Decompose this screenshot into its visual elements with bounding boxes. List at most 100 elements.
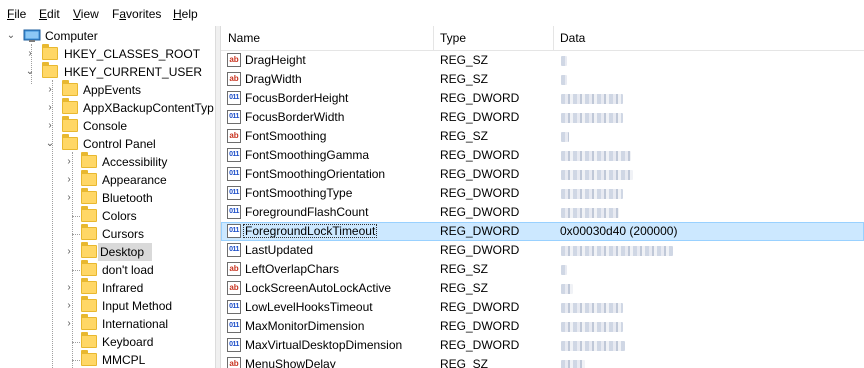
folder-icon bbox=[81, 314, 97, 330]
binary-value-icon: 011 bbox=[227, 319, 241, 333]
tree-item-label: Infrared bbox=[102, 281, 144, 295]
string-value-icon: ab bbox=[227, 357, 241, 368]
computer-icon bbox=[23, 29, 41, 42]
table-row[interactable]: 011 FontSmoothingOrientation REG_DWORD bbox=[221, 165, 864, 184]
table-row[interactable]: ab LeftOverlapChars REG_SZ bbox=[221, 260, 864, 279]
values-list: Name Type Data ab DragHeight REG_SZ ab DragW… bbox=[221, 26, 864, 368]
value-name-cell: FocusBorderHeight bbox=[243, 89, 350, 108]
value-name-cell: MaxMonitorDimension bbox=[243, 317, 366, 336]
value-name: LockScreenAutoLockActive bbox=[245, 281, 392, 295]
tree-item-appearance[interactable]: › Appearance bbox=[0, 170, 215, 189]
value-name: FocusBorderHeight bbox=[245, 91, 349, 105]
table-row[interactable]: ab FontSmoothing REG_SZ bbox=[221, 127, 864, 146]
table-row[interactable]: ab LockScreenAutoLockActive REG_SZ bbox=[221, 279, 864, 298]
string-value-icon: ab bbox=[227, 72, 241, 86]
chevron-right-icon[interactable]: › bbox=[64, 243, 74, 261]
tree-item-desktop[interactable]: › Desktop bbox=[0, 242, 215, 261]
value-name: FontSmoothingGamma bbox=[245, 148, 370, 162]
table-row[interactable]: 011 MaxMonitorDimension REG_DWORD bbox=[221, 317, 864, 336]
tree-item-console[interactable]: › Console bbox=[0, 116, 215, 135]
chevron-right-icon[interactable]: › bbox=[45, 117, 55, 135]
value-name: LastUpdated bbox=[245, 243, 314, 257]
table-row[interactable]: 011 FontSmoothingType REG_DWORD bbox=[221, 184, 864, 203]
table-row[interactable]: 011 FontSmoothingGamma REG_DWORD bbox=[221, 146, 864, 165]
tree-item-accessibility[interactable]: › Accessibility bbox=[0, 152, 215, 171]
folder-icon bbox=[81, 242, 97, 258]
table-row[interactable]: 011 LowLevelHooksTimeout REG_DWORD bbox=[221, 298, 864, 317]
folder-icon bbox=[81, 350, 97, 366]
chevron-right-icon[interactable]: › bbox=[64, 189, 74, 207]
menu-edit[interactable]: Edit bbox=[39, 7, 60, 21]
chevron-right-icon[interactable]: › bbox=[64, 297, 74, 315]
tree-item-mmcpl[interactable]: MMCPL bbox=[0, 350, 215, 368]
redacted-data bbox=[561, 189, 623, 199]
value-name-cell: FontSmoothing bbox=[243, 127, 328, 146]
binary-value-icon: 011 bbox=[227, 224, 241, 238]
tree-item-label: Accessibility bbox=[102, 155, 168, 169]
string-value-icon: ab bbox=[227, 262, 241, 276]
tree-item-label: MMCPL bbox=[102, 353, 146, 367]
tree-item-label: Desktop bbox=[98, 243, 152, 261]
tree-item-appxbackupcontenttyp[interactable]: › AppXBackupContentTyp bbox=[0, 98, 215, 117]
value-type: REG_DWORD bbox=[440, 300, 520, 314]
tree-item-cursors[interactable]: Cursors bbox=[0, 224, 215, 243]
tree-item-computer[interactable]: ⌄ Computer bbox=[0, 27, 215, 45]
table-row[interactable]: 011 FocusBorderHeight REG_DWORD bbox=[221, 89, 864, 108]
folder-icon bbox=[81, 206, 97, 222]
table-row[interactable]: ab DragHeight REG_SZ bbox=[221, 51, 864, 70]
tree-item-international[interactable]: › International bbox=[0, 314, 215, 333]
tree-item-input-method[interactable]: › Input Method bbox=[0, 296, 215, 315]
tree-item-hkey-classes-root[interactable]: › HKEY_CLASSES_ROOT bbox=[0, 44, 215, 63]
tree-item-colors[interactable]: Colors bbox=[0, 206, 215, 225]
value-name: FontSmoothingOrientation bbox=[245, 167, 386, 181]
value-name-cell: FontSmoothingOrientation bbox=[243, 165, 387, 184]
table-row[interactable]: ab DragWidth REG_SZ bbox=[221, 70, 864, 89]
column-header-type[interactable]: Type bbox=[433, 26, 553, 50]
tree-guide bbox=[72, 342, 80, 343]
table-row[interactable]: 011 LastUpdated REG_DWORD bbox=[221, 241, 864, 260]
value-type: REG_DWORD bbox=[440, 319, 520, 333]
tree-item-infrared[interactable]: › Infrared bbox=[0, 278, 215, 297]
value-name: FontSmoothing bbox=[245, 129, 327, 143]
chevron-right-icon[interactable]: › bbox=[64, 153, 74, 171]
tree-item-keyboard[interactable]: Keyboard bbox=[0, 332, 215, 351]
chevron-right-icon[interactable]: › bbox=[45, 81, 55, 99]
table-row[interactable]: 011 ForegroundFlashCount REG_DWORD bbox=[221, 203, 864, 222]
table-row[interactable]: ab MenuShowDelay REG_SZ bbox=[221, 355, 864, 368]
binary-value-icon: 011 bbox=[227, 243, 241, 257]
binary-value-icon: 011 bbox=[227, 91, 241, 105]
folder-icon bbox=[81, 278, 97, 294]
column-header-data[interactable]: Data bbox=[553, 26, 864, 50]
column-header-name[interactable]: Name bbox=[221, 26, 433, 50]
tree-item-dont-load[interactable]: don't load bbox=[0, 260, 215, 279]
chevron-down-icon[interactable]: ⌄ bbox=[6, 27, 16, 45]
table-row[interactable]: 011 ForegroundLockTimeout REG_DWORD 0x00030… bbox=[221, 222, 864, 241]
value-name-cell: LockScreenAutoLockActive bbox=[243, 279, 393, 298]
chevron-right-icon[interactable]: › bbox=[64, 171, 74, 189]
value-type: REG_DWORD bbox=[440, 167, 520, 181]
value-type: REG_DWORD bbox=[440, 148, 520, 162]
string-value-icon: ab bbox=[227, 53, 241, 67]
chevron-down-icon[interactable]: ⌄ bbox=[45, 135, 55, 153]
tree-item-bluetooth[interactable]: › Bluetooth bbox=[0, 188, 215, 207]
value-name-cell: DragHeight bbox=[243, 51, 308, 70]
value-name-cell: FontSmoothingGamma bbox=[243, 146, 371, 165]
chevron-right-icon[interactable]: › bbox=[64, 279, 74, 297]
menu-view[interactable]: View bbox=[73, 7, 99, 21]
menu-help[interactable]: Help bbox=[173, 7, 198, 21]
folder-icon bbox=[81, 296, 97, 312]
chevron-down-icon[interactable]: ⌄ bbox=[25, 63, 35, 81]
folder-icon bbox=[62, 134, 78, 150]
tree-item-appevents[interactable]: › AppEvents bbox=[0, 80, 215, 99]
value-type: REG_DWORD bbox=[440, 110, 520, 124]
menu-file[interactable]: File bbox=[7, 7, 26, 21]
chevron-right-icon[interactable]: › bbox=[45, 99, 55, 117]
menu-favorites[interactable]: Favorites bbox=[112, 7, 161, 21]
chevron-right-icon[interactable]: › bbox=[25, 45, 35, 63]
chevron-right-icon[interactable]: › bbox=[64, 315, 74, 333]
table-row[interactable]: 011 FocusBorderWidth REG_DWORD bbox=[221, 108, 864, 127]
tree-item-control-panel[interactable]: ⌄ Control Panel bbox=[0, 134, 215, 153]
value-name: MaxMonitorDimension bbox=[245, 319, 365, 333]
table-row[interactable]: 011 MaxVirtualDesktopDimension REG_DWORD bbox=[221, 336, 864, 355]
tree-item-hkey-current-user[interactable]: ⌄ HKEY_CURRENT_USER bbox=[0, 62, 215, 81]
